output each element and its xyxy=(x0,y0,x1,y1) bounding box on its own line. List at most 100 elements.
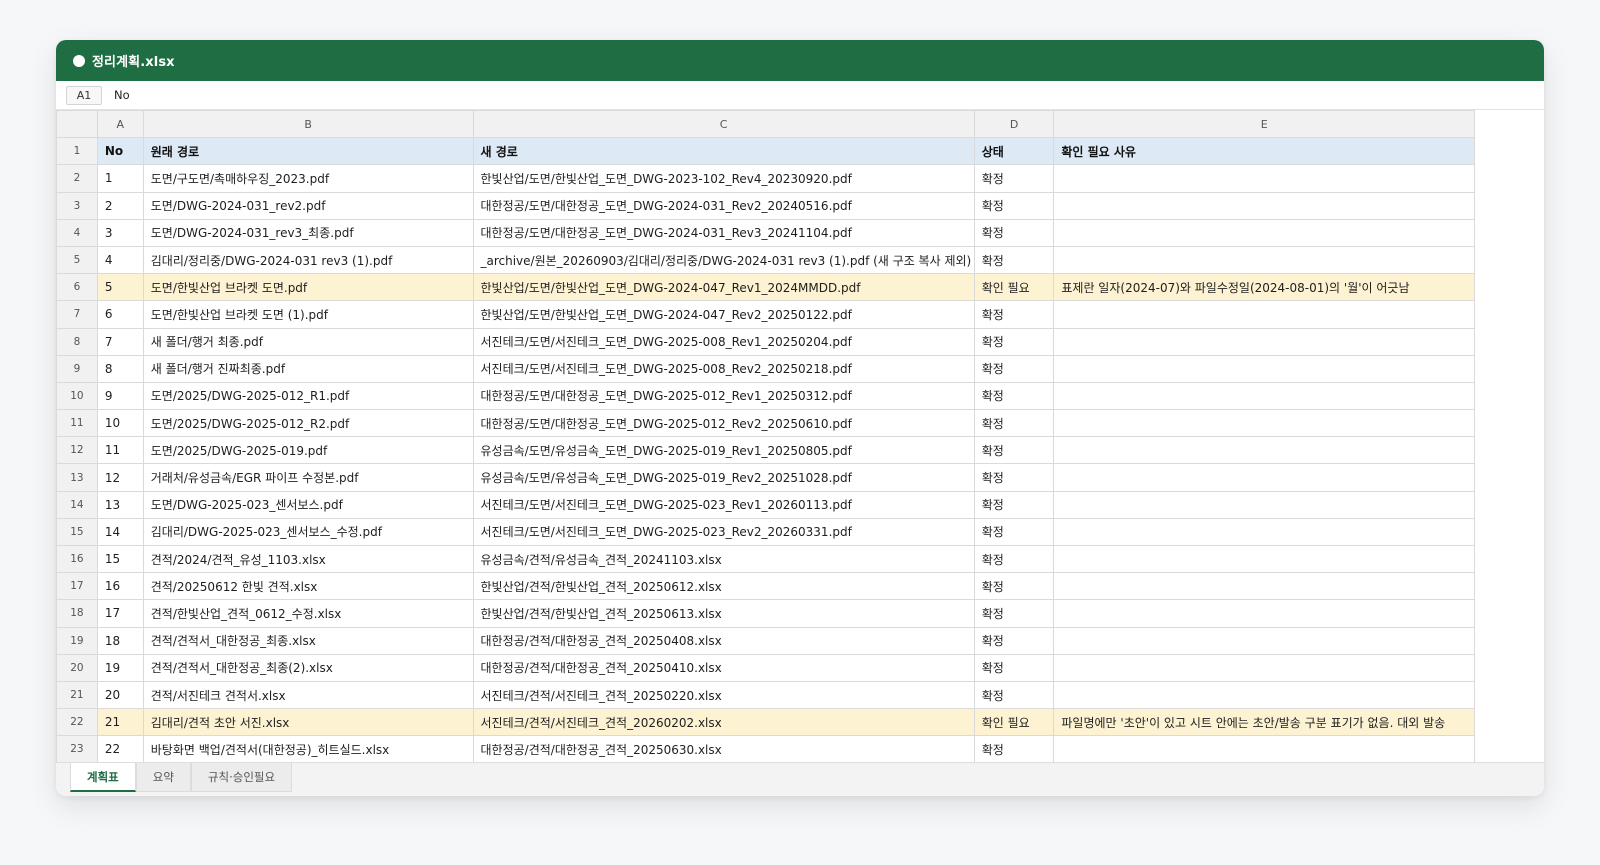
cell-a[interactable]: 2 xyxy=(96,191,144,220)
cell-c[interactable]: 대한정공/도면/대한정공_도면_DWG-2024-031_Rev3_202411… xyxy=(472,218,975,247)
cell-e[interactable]: 표제란 일자(2024-07)와 파일수정일(2024-08-01)의 '월'이… xyxy=(1053,273,1475,302)
cell-b[interactable]: 김대리/정리중/DWG-2024-031 rev3 (1).pdf xyxy=(142,245,474,275)
cell-b[interactable]: 견적/견적서_대한정공_최종(2).xlsx xyxy=(142,653,474,682)
column-header[interactable]: A xyxy=(96,110,144,139)
cell-a[interactable]: 3 xyxy=(96,218,144,247)
cell-a[interactable]: 21 xyxy=(96,708,144,737)
cell-e[interactable]: 확인 필요 사유 xyxy=(1053,137,1475,166)
cell-c[interactable]: 한빛산업/견적/한빛산업_견적_20250613.xlsx xyxy=(472,599,975,628)
cell-b[interactable]: 견적/2024/견적_유성_1103.xlsx xyxy=(142,544,474,574)
cell-a[interactable]: 16 xyxy=(96,572,144,601)
row-number[interactable]: 5 xyxy=(56,245,98,275)
cell-d[interactable]: 확정 xyxy=(973,381,1055,411)
cell-e[interactable] xyxy=(1053,436,1475,465)
select-all-corner[interactable] xyxy=(56,110,98,139)
cell-d[interactable]: 확정 xyxy=(973,572,1055,601)
cell-d[interactable]: 확정 xyxy=(973,300,1055,329)
cell-c[interactable]: 한빛산업/도면/한빛산업_도면_DWG-2024-047_Rev2_202501… xyxy=(472,300,975,329)
cell-b[interactable]: 도면/2025/DWG-2025-019.pdf xyxy=(142,436,474,465)
row-number[interactable]: 6 xyxy=(56,273,98,302)
cell-d[interactable]: 확정 xyxy=(973,245,1055,275)
cell-d[interactable]: 확정 xyxy=(973,436,1055,465)
sheet-tab[interactable]: 규칙·승인필요 xyxy=(190,763,293,792)
cell-e[interactable] xyxy=(1053,381,1475,411)
cell-b[interactable]: 도면/구도면/촉매하우징_2023.pdf xyxy=(142,164,474,193)
cell-e[interactable] xyxy=(1053,218,1475,247)
row-number[interactable]: 17 xyxy=(56,572,98,601)
row-number[interactable]: 19 xyxy=(56,626,98,655)
cell-e[interactable] xyxy=(1053,599,1475,628)
cell-c[interactable]: 한빛산업/도면/한빛산업_도면_DWG-2023-102_Rev4_202309… xyxy=(472,164,975,193)
cell-c[interactable]: 서진테크/견적/서진테크_견적_20260202.xlsx xyxy=(472,708,975,737)
cell-d[interactable]: 확정 xyxy=(973,354,1055,383)
column-header[interactable]: C xyxy=(472,110,975,139)
formula-input[interactable]: No xyxy=(114,88,130,102)
row-number[interactable]: 23 xyxy=(56,735,98,762)
cell-c[interactable]: 대한정공/도면/대한정공_도면_DWG-2025-012_Rev1_202503… xyxy=(472,381,975,411)
cell-e[interactable] xyxy=(1053,490,1475,519)
row-number[interactable]: 12 xyxy=(56,436,98,465)
row-number[interactable]: 20 xyxy=(56,653,98,682)
cell-b[interactable]: 새 폴더/행거 최종.pdf xyxy=(142,327,474,356)
cell-a[interactable]: No xyxy=(96,137,144,166)
cell-c[interactable]: 유성금속/견적/유성금속_견적_20241103.xlsx xyxy=(472,544,975,574)
name-box[interactable]: A1 xyxy=(66,85,102,105)
cell-d[interactable]: 확정 xyxy=(973,653,1055,682)
cell-d[interactable]: 확정 xyxy=(973,680,1055,710)
cell-d[interactable]: 확정 xyxy=(973,517,1055,547)
cell-c[interactable]: 유성금속/도면/유성금속_도면_DWG-2025-019_Rev1_202508… xyxy=(472,436,975,465)
cell-b[interactable]: 견적/20250612 한빛 견적.xlsx xyxy=(142,572,474,601)
row-number[interactable]: 4 xyxy=(56,218,98,247)
cell-b[interactable]: 견적/서진테크 견적서.xlsx xyxy=(142,680,474,710)
cell-a[interactable]: 11 xyxy=(96,436,144,465)
cell-e[interactable] xyxy=(1053,653,1475,682)
cell-a[interactable]: 4 xyxy=(96,245,144,275)
cell-e[interactable] xyxy=(1053,354,1475,383)
cell-d[interactable]: 확정 xyxy=(973,626,1055,655)
cell-a[interactable]: 20 xyxy=(96,680,144,710)
cell-d[interactable]: 확정 xyxy=(973,409,1055,438)
cell-c[interactable]: 새 경로 xyxy=(472,137,975,166)
cell-b[interactable]: 도면/한빛산업 브라켓 도면.pdf xyxy=(142,273,474,302)
cell-d[interactable]: 상태 xyxy=(973,137,1055,166)
row-number[interactable]: 22 xyxy=(56,708,98,737)
cell-c[interactable]: 서진테크/도면/서진테크_도면_DWG-2025-008_Rev1_202502… xyxy=(472,327,975,356)
cell-e[interactable] xyxy=(1053,245,1475,275)
cell-a[interactable]: 10 xyxy=(96,409,144,438)
cell-e[interactable] xyxy=(1053,300,1475,329)
row-number[interactable]: 13 xyxy=(56,463,98,492)
cell-a[interactable]: 7 xyxy=(96,327,144,356)
cell-c[interactable]: 한빛산업/도면/한빛산업_도면_DWG-2024-047_Rev1_2024MM… xyxy=(472,273,975,302)
row-number[interactable]: 1 xyxy=(56,137,98,166)
cell-e[interactable]: 파일명에만 '초안'이 있고 시트 안에는 초안/발송 구분 표기가 없음. 대… xyxy=(1053,708,1475,737)
cell-c[interactable]: 한빛산업/견적/한빛산업_견적_20250612.xlsx xyxy=(472,572,975,601)
cell-b[interactable]: 도면/DWG-2024-031_rev3_최종.pdf xyxy=(142,218,474,247)
cell-c[interactable]: 서진테크/견적/서진테크_견적_20250220.xlsx xyxy=(472,680,975,710)
column-header[interactable]: D xyxy=(973,110,1055,139)
cell-a[interactable]: 8 xyxy=(96,354,144,383)
cell-b[interactable]: 도면/2025/DWG-2025-012_R2.pdf xyxy=(142,409,474,438)
row-number[interactable]: 9 xyxy=(56,354,98,383)
cell-e[interactable] xyxy=(1053,572,1475,601)
cell-b[interactable]: 김대리/DWG-2025-023_센서보스_수정.pdf xyxy=(142,517,474,547)
cell-c[interactable]: 서진테크/도면/서진테크_도면_DWG-2025-023_Rev1_202601… xyxy=(472,490,975,519)
row-number[interactable]: 10 xyxy=(56,381,98,411)
cell-b[interactable]: 새 폴더/행거 진짜최종.pdf xyxy=(142,354,474,383)
cell-e[interactable] xyxy=(1053,164,1475,193)
row-number[interactable]: 11 xyxy=(56,409,98,438)
cell-d[interactable]: 확인 필요 xyxy=(973,708,1055,737)
column-header[interactable]: E xyxy=(1053,110,1475,139)
cell-e[interactable] xyxy=(1053,680,1475,710)
cell-c[interactable]: 서진테크/도면/서진테크_도면_DWG-2025-008_Rev2_202502… xyxy=(472,354,975,383)
sheet-tab[interactable]: 요약 xyxy=(135,763,191,792)
cell-b[interactable]: 김대리/견적 초안 서진.xlsx xyxy=(142,708,474,737)
cell-c[interactable]: 대한정공/도면/대한정공_도면_DWG-2024-031_Rev2_202405… xyxy=(472,191,975,220)
cell-c[interactable]: 유성금속/도면/유성금속_도면_DWG-2025-019_Rev2_202510… xyxy=(472,463,975,492)
cell-a[interactable]: 5 xyxy=(96,273,144,302)
cell-a[interactable]: 22 xyxy=(96,735,144,762)
row-number[interactable]: 18 xyxy=(56,599,98,628)
cell-d[interactable]: 확정 xyxy=(973,191,1055,220)
cell-a[interactable]: 15 xyxy=(96,544,144,574)
cell-c[interactable]: 대한정공/견적/대한정공_견적_20250408.xlsx xyxy=(472,626,975,655)
cell-b[interactable]: 도면/DWG-2024-031_rev2.pdf xyxy=(142,191,474,220)
